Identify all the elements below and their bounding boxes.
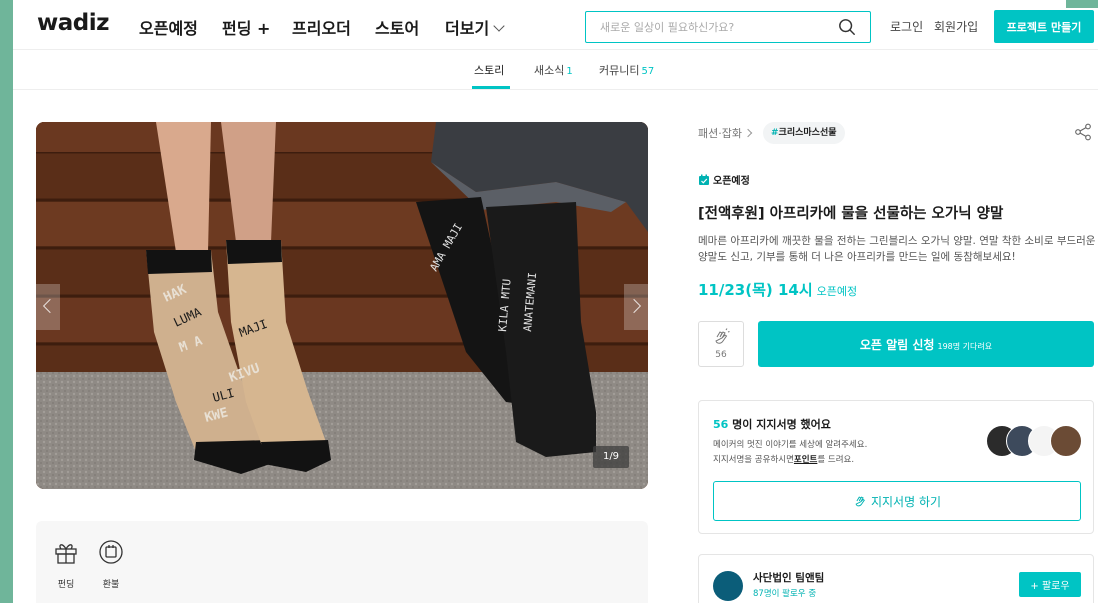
clap-button[interactable]: 56 — [698, 321, 744, 367]
slide-counter: 1/9 — [593, 446, 629, 468]
browser-page: wadiz 오픈예정 펀딩 + 프리오더 스토어 더보기 로그인 회원가입 프로… — [13, 0, 1098, 603]
clap-count: 56 — [715, 350, 727, 360]
share-icon[interactable] — [1074, 123, 1092, 141]
active-tab-indicator — [472, 86, 510, 89]
signup-link[interactable]: 회원가입 — [934, 18, 978, 35]
support-title: 56 명이 지지서명 했어요 — [713, 416, 831, 432]
hashtag-label: 크리스마스선물 — [778, 128, 837, 138]
product-photo-socks: HAK M A KIVU KWE LUMA MAJI ULI AMA MAJI … — [36, 122, 648, 489]
nav-more[interactable]: 더보기 — [445, 15, 505, 39]
notify-waiting: 198명 기다려요 — [937, 341, 993, 351]
open-date-value: 11/23(목) 14시 — [698, 281, 813, 299]
benefit-funding-label: 펀딩 — [57, 580, 75, 590]
support-desc-line2-bold: 포인트 — [793, 455, 818, 465]
tab-news-label: 새소식 — [534, 64, 565, 77]
wadiz-logo[interactable]: wadiz — [37, 10, 110, 36]
support-title-suffix: 명이 지지서명 했어요 — [732, 418, 831, 431]
category-label: 패션·잡화 — [698, 127, 742, 140]
tab-community[interactable]: 커뮤니티 57 — [599, 62, 654, 78]
chevron-down-icon — [493, 20, 505, 32]
avatar — [1050, 425, 1082, 457]
maker-logo[interactable] — [713, 571, 743, 601]
chevron-right-icon — [743, 128, 753, 138]
project-status: 오픈예정 — [698, 172, 750, 187]
nav-store[interactable]: 스토어 — [375, 15, 419, 39]
tab-community-count: 57 — [641, 66, 655, 77]
slide-prev-button[interactable] — [36, 284, 60, 330]
nav-funding[interactable]: 펀딩 + — [222, 15, 270, 39]
make-project-button[interactable]: 프로젝트 만들기 — [994, 10, 1094, 43]
follow-button[interactable]: + 팔로우 — [1019, 572, 1081, 597]
benefit-funding[interactable]: 펀딩 — [48, 539, 84, 590]
notify-label: 오픈 알림 신청 — [859, 337, 935, 352]
benefit-refund-label: 환불 — [102, 580, 120, 590]
maker-name[interactable]: 사단법인 팀앤팀 — [753, 570, 824, 585]
search-box — [585, 11, 871, 43]
clap-icon — [855, 496, 865, 506]
open-date-suffix: 오픈예정 — [816, 285, 858, 298]
support-desc-line2-prefix: 지지서명을 공유하시면 — [713, 455, 794, 465]
support-count: 56 — [713, 418, 729, 431]
sign-support-label: 지지서명 하기 — [870, 494, 942, 509]
open-notify-button[interactable]: 오픈 알림 신청 198명 기다려요 — [758, 321, 1094, 367]
tab-news[interactable]: 새소식 1 — [534, 62, 573, 78]
project-status-label: 오픈예정 — [713, 176, 750, 187]
tab-community-label: 커뮤니티 — [599, 64, 640, 77]
search-icon[interactable] — [838, 18, 856, 36]
gift-icon — [55, 544, 77, 564]
supporter-avatars — [986, 425, 1082, 459]
clap-icon — [715, 328, 730, 344]
sign-support-button[interactable]: 지지서명 하기 — [713, 481, 1081, 521]
product-image-gallery[interactable]: HAK M A KIVU KWE LUMA MAJI ULI AMA MAJI … — [36, 122, 648, 489]
nav-open-soon[interactable]: 오픈예정 — [139, 15, 198, 39]
calendar-check-icon — [699, 174, 709, 185]
hashtag-symbol: # — [771, 128, 779, 138]
nav-more-label: 더보기 — [445, 19, 490, 38]
category-breadcrumb[interactable]: 패션·잡화 — [698, 125, 757, 141]
support-description: 메이커의 멋진 이야기를 세상에 알려주세요. 지지서명을 공유하시면포인트를 … — [713, 438, 867, 468]
tab-news-count: 1 — [566, 66, 573, 77]
open-date: 11/23(목) 14시 오픈예정 — [698, 279, 857, 300]
hashtag-chip[interactable]: #크리스마스선물 — [763, 122, 845, 144]
project-title: [전액후원] 아프리카에 물을 선물하는 오가닉 양말 — [698, 206, 1004, 222]
search-input[interactable] — [586, 12, 826, 42]
slide-next-button[interactable] — [624, 284, 648, 330]
benefits-panel: 펀딩 환불 — [36, 521, 648, 603]
support-desc-line1: 메이커의 멋진 이야기를 세상에 알려주세요. — [713, 440, 868, 450]
maker-card: 사단법인 팀앤팀 87명이 팔로우 중 + 팔로우 — [698, 554, 1094, 603]
project-tabs: 스토리 새소식 1 커뮤니티 57 — [13, 51, 1098, 90]
support-desc-line2-suffix: 를 드려요. — [817, 455, 855, 465]
benefit-refund[interactable]: 환불 — [93, 539, 129, 590]
window-corner — [1066, 0, 1098, 8]
tab-story[interactable]: 스토리 — [474, 62, 504, 78]
nav-preorder[interactable]: 프리오더 — [292, 15, 351, 39]
support-signature-card: 56 명이 지지서명 했어요 메이커의 멋진 이야기를 세상에 알려주세요. 지… — [698, 400, 1094, 534]
refund-icon — [99, 540, 123, 564]
login-link[interactable]: 로그인 — [890, 18, 923, 35]
top-header: wadiz 오픈예정 펀딩 + 프리오더 스토어 더보기 로그인 회원가입 프로… — [13, 0, 1098, 50]
maker-followers: 87명이 팔로우 중 — [753, 589, 817, 599]
project-description: 메마른 아프리카에 깨끗한 물을 전하는 그린블리스 오가닉 양말. 연말 착한… — [698, 235, 1096, 263]
tab-story-label: 스토리 — [474, 64, 505, 77]
